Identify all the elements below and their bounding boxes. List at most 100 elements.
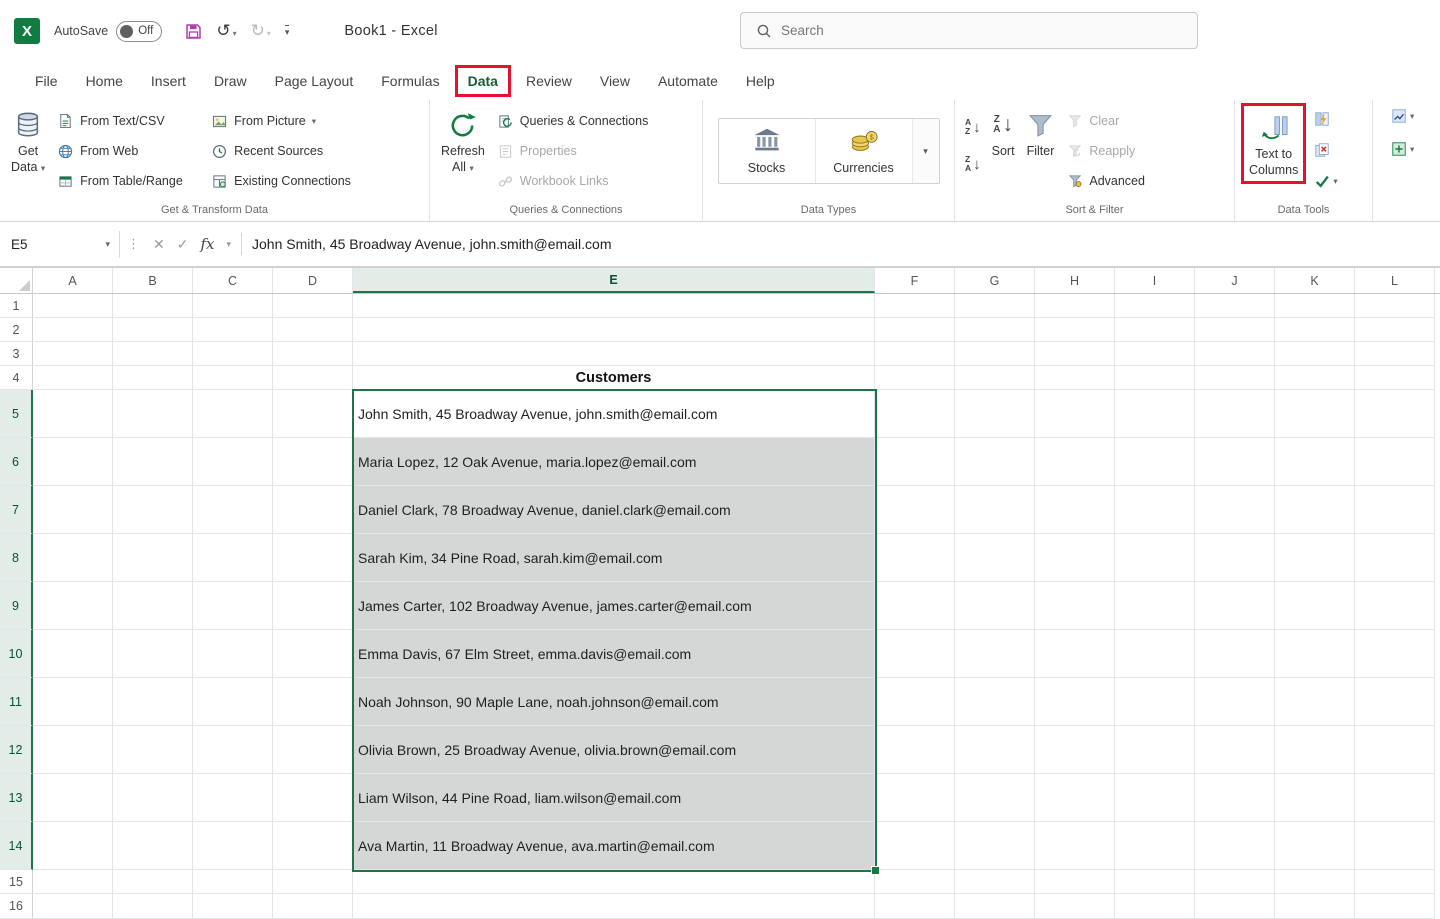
cell-F8[interactable] [875,534,955,582]
cell-L1[interactable] [1355,294,1435,318]
cell-D15[interactable] [273,870,353,894]
enter-button[interactable]: ✓ [171,236,195,253]
cell-A10[interactable] [33,630,113,678]
tab-automate[interactable]: Automate [645,65,731,97]
from-web-button[interactable]: From Web [52,136,204,166]
sort-button[interactable]: ZA↓ Sort [987,103,1020,161]
cell-J4[interactable] [1195,366,1275,390]
cell-E1[interactable] [353,294,875,318]
cell-H9[interactable] [1035,582,1115,630]
cell-A6[interactable] [33,438,113,486]
column-header-C[interactable]: C [193,268,273,293]
excel-logo-icon[interactable]: X [14,18,40,44]
sort-descending-button[interactable]: ZA ↓ [961,151,985,177]
cell-H14[interactable] [1035,822,1115,870]
advanced-filter-button[interactable]: Advanced [1061,166,1150,196]
cell-K1[interactable] [1275,294,1355,318]
cell-G10[interactable] [955,630,1035,678]
cell-F14[interactable] [875,822,955,870]
cell-J10[interactable] [1195,630,1275,678]
cell-D14[interactable] [273,822,353,870]
row-header-3[interactable]: 3 [0,342,33,366]
existing-connections-button[interactable]: Existing Connections [206,166,384,196]
column-header-E[interactable]: E [353,268,875,293]
cell-G16[interactable] [955,894,1035,919]
cell-E8[interactable]: Sarah Kim, 34 Pine Road, sarah.kim@email… [353,534,875,582]
cell-G12[interactable] [955,726,1035,774]
cell-I6[interactable] [1115,438,1195,486]
cell-I12[interactable] [1115,726,1195,774]
currencies-button[interactable]: $ Currencies [816,119,913,183]
cell-C12[interactable] [193,726,273,774]
cell-L13[interactable] [1355,774,1435,822]
cell-J5[interactable] [1195,390,1275,438]
cell-K6[interactable] [1275,438,1355,486]
cell-F16[interactable] [875,894,955,919]
row-header-6[interactable]: 6 [0,438,33,486]
row-header-12[interactable]: 12 [0,726,33,774]
cell-J7[interactable] [1195,486,1275,534]
cell-L7[interactable] [1355,486,1435,534]
from-table-range-button[interactable]: From Table/Range [52,166,204,196]
cell-J2[interactable] [1195,318,1275,342]
cell-L12[interactable] [1355,726,1435,774]
stocks-button[interactable]: Stocks [719,119,816,183]
cell-J9[interactable] [1195,582,1275,630]
tab-file[interactable]: File [22,65,71,97]
cell-K8[interactable] [1275,534,1355,582]
cell-H6[interactable] [1035,438,1115,486]
row-header-15[interactable]: 15 [0,870,33,894]
cell-C5[interactable] [193,390,273,438]
cell-C2[interactable] [193,318,273,342]
cell-A11[interactable] [33,678,113,726]
column-header-A[interactable]: A [33,268,113,293]
cell-J8[interactable] [1195,534,1275,582]
cell-B7[interactable] [113,486,193,534]
cell-C11[interactable] [193,678,273,726]
from-picture-button[interactable]: From Picture ▾ [206,106,384,136]
cell-F2[interactable] [875,318,955,342]
cell-B10[interactable] [113,630,193,678]
cell-E3[interactable] [353,342,875,366]
cell-C9[interactable] [193,582,273,630]
cell-H2[interactable] [1035,318,1115,342]
cell-F4[interactable] [875,366,955,390]
cell-G1[interactable] [955,294,1035,318]
cell-H12[interactable] [1035,726,1115,774]
cell-D3[interactable] [273,342,353,366]
cell-E13[interactable]: Liam Wilson, 44 Pine Road, liam.wilson@e… [353,774,875,822]
cell-H3[interactable] [1035,342,1115,366]
cell-L15[interactable] [1355,870,1435,894]
cell-K13[interactable] [1275,774,1355,822]
flash-fill-button[interactable] [1310,106,1340,132]
cell-J14[interactable] [1195,822,1275,870]
column-header-I[interactable]: I [1115,268,1195,293]
cell-F5[interactable] [875,390,955,438]
formula-bar-chevron-icon[interactable]: ▾ [220,239,237,250]
row-header-13[interactable]: 13 [0,774,33,822]
refresh-all-button[interactable]: Refresh All ▾ [436,103,490,178]
cell-K16[interactable] [1275,894,1355,919]
cell-A5[interactable] [33,390,113,438]
cell-I16[interactable] [1115,894,1195,919]
cell-J11[interactable] [1195,678,1275,726]
cell-D1[interactable] [273,294,353,318]
cell-C14[interactable] [193,822,273,870]
cell-C1[interactable] [193,294,273,318]
select-all-corner[interactable] [0,268,33,293]
cell-I9[interactable] [1115,582,1195,630]
cell-B3[interactable] [113,342,193,366]
cell-I13[interactable] [1115,774,1195,822]
row-header-7[interactable]: 7 [0,486,33,534]
cell-E9[interactable]: James Carter, 102 Broadway Avenue, james… [353,582,875,630]
cell-D12[interactable] [273,726,353,774]
cell-D16[interactable] [273,894,353,919]
tab-draw[interactable]: Draw [201,65,260,97]
clear-filter-button[interactable]: Clear [1061,106,1150,136]
cell-J13[interactable] [1195,774,1275,822]
cell-A3[interactable] [33,342,113,366]
cell-L10[interactable] [1355,630,1435,678]
cell-C6[interactable] [193,438,273,486]
cell-L3[interactable] [1355,342,1435,366]
cell-J1[interactable] [1195,294,1275,318]
